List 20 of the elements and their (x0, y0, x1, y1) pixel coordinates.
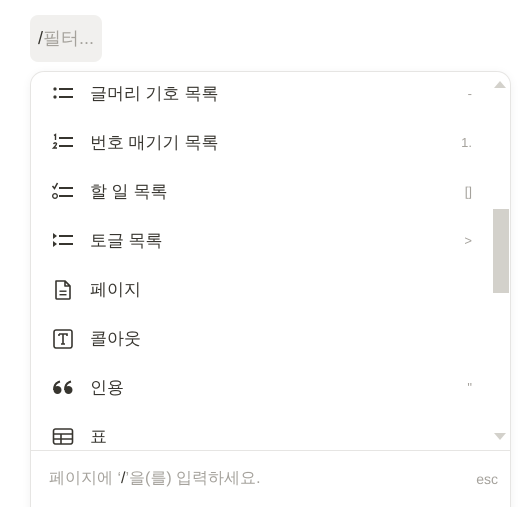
text-box-icon (51, 326, 75, 350)
menu-item[interactable]: 번호 매기기 목록 1. (31, 118, 510, 167)
shortcut-hint: 1. (461, 134, 472, 152)
shortcut-hint: - (468, 84, 472, 103)
scroll-thumb[interactable] (493, 209, 509, 293)
filter-field[interactable]: /필터... (30, 15, 102, 62)
menu-item[interactable]: 인용 " (31, 363, 510, 412)
esc-key-hint: esc (476, 470, 498, 488)
shortcut-hint: [] (464, 182, 472, 201)
menu-item[interactable]: 글머리 기호 목록 - (31, 72, 510, 118)
scroll-down-icon[interactable] (494, 433, 506, 440)
menu-item[interactable]: 표 (31, 412, 510, 450)
menu-item[interactable]: 콜아웃 (31, 314, 510, 363)
menu-item[interactable]: 토글 목록 > (31, 216, 510, 265)
menu-item[interactable]: 페이지 (31, 265, 510, 314)
scroll-up-icon[interactable] (494, 81, 506, 88)
menu-item[interactable]: 할 일 목록 [] (31, 167, 510, 216)
shortcut-hint: > (464, 232, 472, 250)
footer-hint: 페이지에 ‘/’을(를) 입력하세요. (49, 469, 261, 489)
shortcut-hint: " (467, 378, 472, 397)
